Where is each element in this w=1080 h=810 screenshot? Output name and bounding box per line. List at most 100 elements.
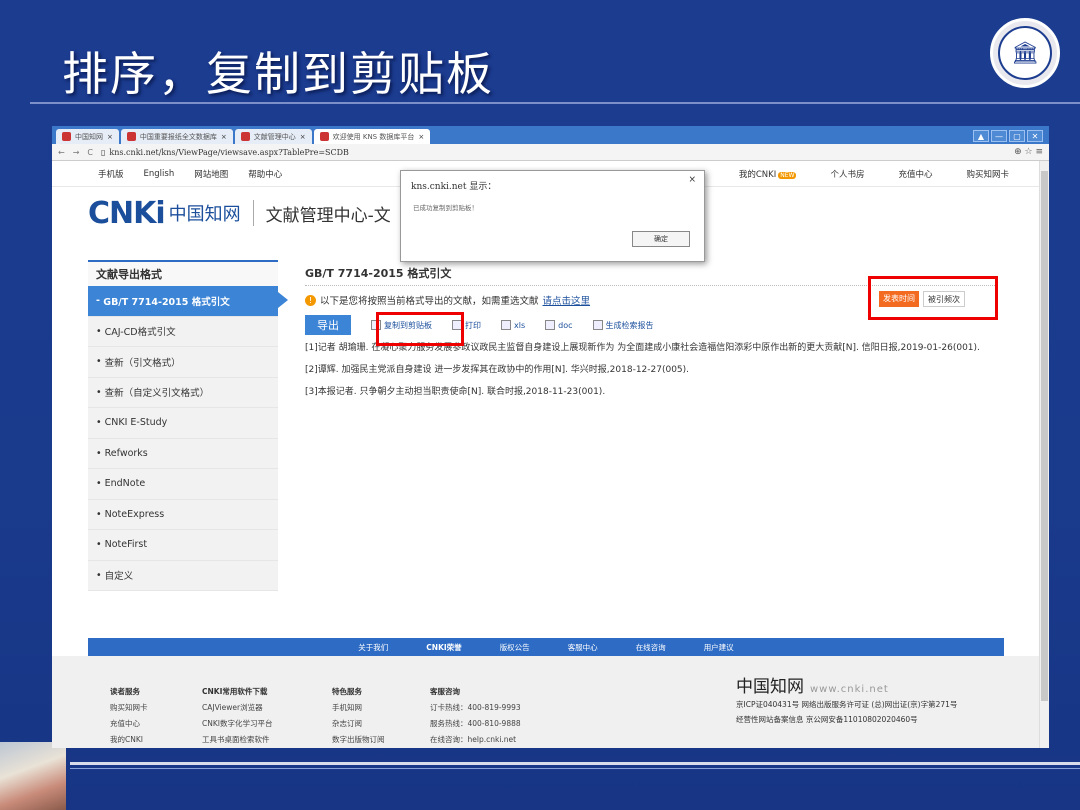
footer-link[interactable]: 我的CNKI [110,732,148,748]
nav-help[interactable]: 帮助中心 [248,168,282,180]
close-window-button[interactable]: ✕ [1027,130,1043,142]
footer-link[interactable]: 工具书桌面检索软件 [202,732,272,748]
footer-link-feedback[interactable]: 用户建议 [704,642,734,653]
slide-title: 排序，复制到剪贴板 [62,47,494,101]
nav-mobile[interactable]: 手机版 [98,168,124,180]
zoom-star-menu-icons[interactable]: ⊕ ☆ ≡ [1014,147,1043,157]
reference-item: [2]谭辉. 加强民主党派自身建设 进一步发挥其在政协中的作用[N]. 华兴时报… [305,365,690,375]
sidebar-item-notefirst[interactable]: • NoteFirst [88,530,278,561]
doc-button[interactable]: doc [545,320,573,330]
record-text: 经营性网站备案信息 京公网安备11010802020460号 [736,715,918,724]
dialog-close-icon[interactable]: × [688,175,696,185]
campus-photo [0,742,66,810]
close-tab-icon[interactable]: × [221,133,227,141]
url-field[interactable]: ▯ kns.cnki.net/kns/ViewPage/viewsave.aspx… [101,148,349,157]
back-icon[interactable]: ← [58,148,65,157]
scrollbar[interactable] [1039,161,1049,748]
nav-recharge[interactable]: 充值中心 [898,168,932,180]
footer-col: 特色服务 手机知网 杂志订阅 数字出版物订阅 [332,684,385,748]
xls-button[interactable]: xls [501,320,525,330]
footer-link-consult[interactable]: 在线咨询 [636,642,666,653]
footer-link-copyright[interactable]: 版权公告 [500,642,530,653]
footer-link[interactable]: 数字出版物订阅 [332,732,385,748]
scrollbar-thumb[interactable] [1041,171,1048,701]
nav-right: 我的CNKI NEW 个人书房 充值中心 购买知网卡 [739,168,1009,180]
footer-link[interactable]: 在线咨询：help.cnki.net [430,732,521,748]
sidebar-item-gbt7714[interactable]: - GB/T 7714-2015 格式引文 [88,286,278,317]
close-tab-icon[interactable]: × [300,133,306,141]
nav-buy-card[interactable]: 购买知网卡 [966,168,1009,180]
favicon-icon [62,132,71,141]
reselect-link[interactable]: 请点击这里 [543,293,591,307]
nav-sitemap[interactable]: 网站地图 [194,168,228,180]
sidebar-item-chaxin-custom[interactable]: • 查新（自定义引文格式） [88,377,278,408]
dialog-ok-button[interactable]: 确定 [632,231,690,247]
footer-right: 中国知网 www.cnki.net 京ICP证040431号 网络出版服务许可证 … [736,679,958,727]
university-logo: 🏛 [990,18,1060,88]
profile-button[interactable]: ▲ [973,130,989,142]
alert-dialog: kns.cnki.net 显示： × 已成功复制到剪贴板！ 确定 [400,170,705,262]
sidebar-heading: 文献导出格式 [88,260,278,286]
close-tab-icon[interactable]: × [107,133,113,141]
nav-my-cnki[interactable]: 我的CNKI NEW [739,168,797,180]
footer-link-honor[interactable]: CNKI荣誉 [426,642,461,653]
sidebar-item-noteexpress[interactable]: • NoteExpress [88,499,278,530]
cnki-logo[interactable]: CNKi [88,196,166,231]
favicon-icon [126,132,136,141]
sidebar-item-cajcd[interactable]: • CAJ-CD格式引文 [88,316,278,347]
reload-icon[interactable]: C [87,148,93,157]
sort-by-cited-button[interactable]: 被引频次 [923,291,965,307]
footer-col: 客服咨询 订卡热线：400-819-9993 服务热线：400-810-9888… [430,684,521,748]
sidebar-item-estudy[interactable]: • CNKI E-Study [88,408,278,439]
page-title: 文献管理中心-文 [265,205,391,226]
footer-divider [70,762,1080,765]
address-bar: ← → C ▯ kns.cnki.net/kns/ViewPage/viewsav… [52,144,1049,161]
report-button[interactable]: 生成检索报告 [592,320,654,331]
browser-tab-active[interactable]: 欢迎使用 KNS 数据库平台 × [313,129,431,144]
title-divider [30,102,1080,104]
sidebar-item-custom[interactable]: • 自定义 [88,560,278,591]
browser-tab[interactable]: 中国重要报纸全文数据库 × [120,129,233,144]
footer-link[interactable]: 服务热线：400-810-9888 [430,716,521,732]
reference-item: [3]本报记者. 只争朝夕主动担当职责使命[N]. 联合时报,2018-11-2… [305,387,606,397]
footer-link-about[interactable]: 关于我们 [358,642,388,653]
minimize-button[interactable]: — [991,130,1007,142]
footer-link[interactable]: 手机知网 [332,700,385,716]
excel-icon [501,320,511,330]
footer-link[interactable]: 充值中心 [110,716,148,732]
export-format-sidebar: 文献导出格式 - GB/T 7714-2015 格式引文 • CAJ-CD格式引… [88,260,278,591]
sort-by-date-button[interactable]: 发表时间 [879,291,919,307]
tab-bar: 中国知网 × 中国重要报纸全文数据库 × 文献管理中心 × 欢迎使用 KNS 数据库平… [52,126,1049,144]
browser-tab[interactable]: 中国知网 × [56,129,119,144]
favicon-icon [240,132,250,141]
window-controls: ▲ — ▢ ✕ [973,130,1043,142]
report-icon [592,320,603,330]
sidebar-item-endnote[interactable]: • EndNote [88,469,278,500]
emblem-icon: 🏛 [998,26,1052,80]
export-button[interactable]: 导出 [305,315,351,335]
sidebar-item-refworks[interactable]: • Refworks [88,438,278,469]
sort-highlight-box: 发表时间 被引频次 [868,276,998,320]
footer-link[interactable]: 杂志订阅 [332,716,385,732]
reference-list: [1]记者 胡瑜珊. 在凝心聚力服务发展参政议政民主监督自身建设上展现新作为 为… [305,340,995,400]
forward-icon[interactable]: → [73,148,80,157]
footer-nav: 关于我们 CNKI荣誉 版权公告 客服中心 在线咨询 用户建议 [88,638,1004,656]
copy-highlight-box [376,312,464,346]
sidebar-item-chaxin[interactable]: • 查新（引文格式） [88,347,278,378]
footer-link[interactable]: CAJViewer浏览器 [202,700,272,716]
footer-link[interactable]: CNKI数字化学习平台 [202,716,272,732]
browser-tab[interactable]: 文献管理中心 × [234,129,312,144]
footer-url: www.cnki.net [810,684,889,695]
footer-divider-thin [70,768,1080,769]
icp-text: 京ICP证040431号 网络出版服务许可证 (总)网出证(京)字第271号 [736,700,958,709]
new-badge: NEW [778,171,797,179]
footer-link-service[interactable]: 客服中心 [568,642,598,653]
nav-study[interactable]: 个人书房 [830,168,864,180]
footer-link[interactable]: 购买知网卡 [110,700,148,716]
word-icon [545,320,556,330]
footer-link[interactable]: 订卡热线：400-819-9993 [430,700,521,716]
nav-english[interactable]: English [144,169,175,179]
close-tab-icon[interactable]: × [418,133,424,141]
brand-separator [252,200,254,226]
maximize-button[interactable]: ▢ [1009,130,1025,142]
